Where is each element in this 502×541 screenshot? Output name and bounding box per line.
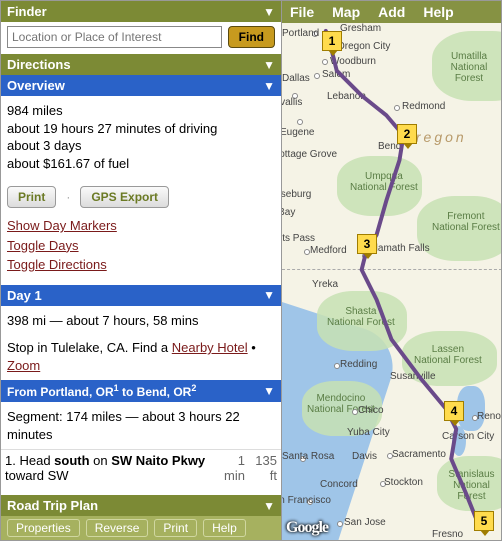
segment-collapse-icon[interactable]: ▼ — [263, 384, 275, 398]
day1-header[interactable]: Day 1 ▼ — [1, 285, 281, 306]
directions-collapse-icon[interactable]: ▼ — [263, 58, 275, 72]
overview-fuel: about $161.67 of fuel — [7, 155, 275, 173]
seg-sup2: 2 — [191, 383, 196, 393]
overview-collapse-icon[interactable]: ▼ — [263, 79, 275, 93]
location-input[interactable] — [7, 26, 222, 48]
overview-days: about 3 days — [7, 137, 275, 155]
step-bold2: SW Naito Pkwy — [111, 453, 205, 468]
overview-title: Overview — [7, 78, 65, 93]
waypoint-5-label: 5 — [481, 514, 488, 528]
show-day-markers-link[interactable]: Show Day Markers — [7, 216, 275, 236]
step-bold1: south — [54, 453, 89, 468]
day1-sep: • — [248, 340, 256, 355]
step-txt-b: on — [90, 453, 112, 468]
overview-distance: 984 miles — [7, 102, 275, 120]
plan-reverse-button[interactable]: Reverse — [86, 519, 149, 537]
waypoint-5[interactable]: 5 — [474, 511, 494, 531]
route-path — [282, 1, 501, 540]
day1-body: 398 mi — about 7 hours, 58 mins Stop in … — [1, 306, 281, 381]
menu-add[interactable]: Add — [378, 4, 405, 20]
gps-export-button[interactable]: GPS Export — [80, 186, 169, 208]
waypoint-3[interactable]: 3 — [357, 234, 377, 254]
waypoint-4[interactable]: 4 — [444, 401, 464, 421]
step-text: 1. Head south on SW Naito Pkwy toward SW — [1, 450, 217, 487]
map-menubar: File Map Add Help — [282, 1, 501, 23]
segment-header[interactable]: From Portland, OR1 to Bend, OR2 ▼ — [1, 380, 281, 402]
waypoint-2-label: 2 — [404, 127, 411, 141]
finder-collapse-icon[interactable]: ▼ — [263, 5, 275, 19]
finder-body: Find — [1, 22, 281, 54]
day1-title: Day 1 — [7, 288, 42, 303]
nearby-hotel-link[interactable]: Nearby Hotel — [172, 340, 248, 355]
overview-header[interactable]: Overview ▼ — [1, 75, 281, 96]
step-time: 1 min — [217, 450, 249, 487]
plan-help-button[interactable]: Help — [203, 519, 246, 537]
finder-header: Finder ▼ — [1, 1, 281, 22]
segment-title: From Portland, OR1 to Bend, OR2 — [7, 383, 196, 399]
menu-map[interactable]: Map — [332, 4, 360, 20]
directions-scroll[interactable]: Overview ▼ 984 miles about 19 hours 27 m… — [1, 75, 281, 495]
step-dist: 135 ft — [249, 450, 281, 487]
overview-drive-time: about 19 hours 27 minutes of driving — [7, 120, 275, 138]
roadtrip-header: Road Trip Plan ▼ — [1, 495, 281, 516]
waypoint-3-label: 3 — [364, 237, 371, 251]
finder-title: Finder — [7, 4, 47, 19]
plan-print-button[interactable]: Print — [154, 519, 197, 537]
overview-buttons: Print · GPS Export — [1, 178, 281, 216]
zoom-link[interactable]: Zoom — [7, 358, 40, 373]
find-button[interactable]: Find — [228, 26, 275, 48]
day1-summary: 398 mi — about 7 hours, 58 mins — [7, 312, 275, 330]
day1-collapse-icon[interactable]: ▼ — [263, 288, 275, 302]
step-txt-a: Head — [19, 453, 54, 468]
map-panel[interactable]: UmatillaNational Forest UmpquaNational F… — [282, 1, 501, 540]
roadtrip-collapse-icon[interactable]: ▼ — [263, 499, 275, 513]
toggle-days-link[interactable]: Toggle Days — [7, 236, 275, 256]
waypoint-1[interactable]: 1 — [322, 31, 342, 51]
waypoint-4-label: 4 — [451, 404, 458, 418]
app-root: Finder ▼ Find Directions ▼ Overview ▼ 98… — [0, 0, 502, 541]
map-canvas[interactable]: UmatillaNational Forest UmpquaNational F… — [282, 1, 501, 540]
directions-header: Directions ▼ — [1, 54, 281, 75]
day1-stop: Stop in Tulelake, CA. Find a Nearby Hote… — [7, 339, 275, 374]
steps-table: 1. Head south on SW Naito Pkwy toward SW… — [1, 449, 281, 486]
day1-stop-prefix: Stop in Tulelake, CA. Find a — [7, 340, 172, 355]
roadtrip-buttons: Properties Reverse Print Help — [1, 516, 281, 540]
waypoint-2[interactable]: 2 — [397, 124, 417, 144]
waypoint-1-label: 1 — [329, 34, 336, 48]
roadtrip-title: Road Trip Plan — [7, 498, 98, 513]
seg-to: to Bend, OR — [119, 385, 192, 399]
google-logo: Google — [286, 519, 328, 537]
plan-properties-button[interactable]: Properties — [7, 519, 80, 537]
overview-body: 984 miles about 19 hours 27 minutes of d… — [1, 96, 281, 178]
print-button[interactable]: Print — [7, 186, 56, 208]
seg-from: From Portland, OR — [7, 385, 114, 399]
separator-dot: · — [66, 190, 70, 204]
directions-title: Directions — [7, 57, 71, 72]
step-number: 1. — [5, 453, 16, 468]
toggle-links: Show Day Markers Toggle Days Toggle Dire… — [1, 216, 281, 285]
menu-file[interactable]: File — [290, 4, 314, 20]
toggle-directions-link[interactable]: Toggle Directions — [7, 255, 275, 275]
segment-summary: Segment: 174 miles — about 3 hours 22 mi… — [1, 402, 281, 449]
step-txt-c: toward SW — [5, 468, 69, 483]
menu-help[interactable]: Help — [423, 4, 453, 20]
table-row[interactable]: 1. Head south on SW Naito Pkwy toward SW… — [1, 450, 281, 487]
left-panel: Finder ▼ Find Directions ▼ Overview ▼ 98… — [1, 1, 282, 540]
